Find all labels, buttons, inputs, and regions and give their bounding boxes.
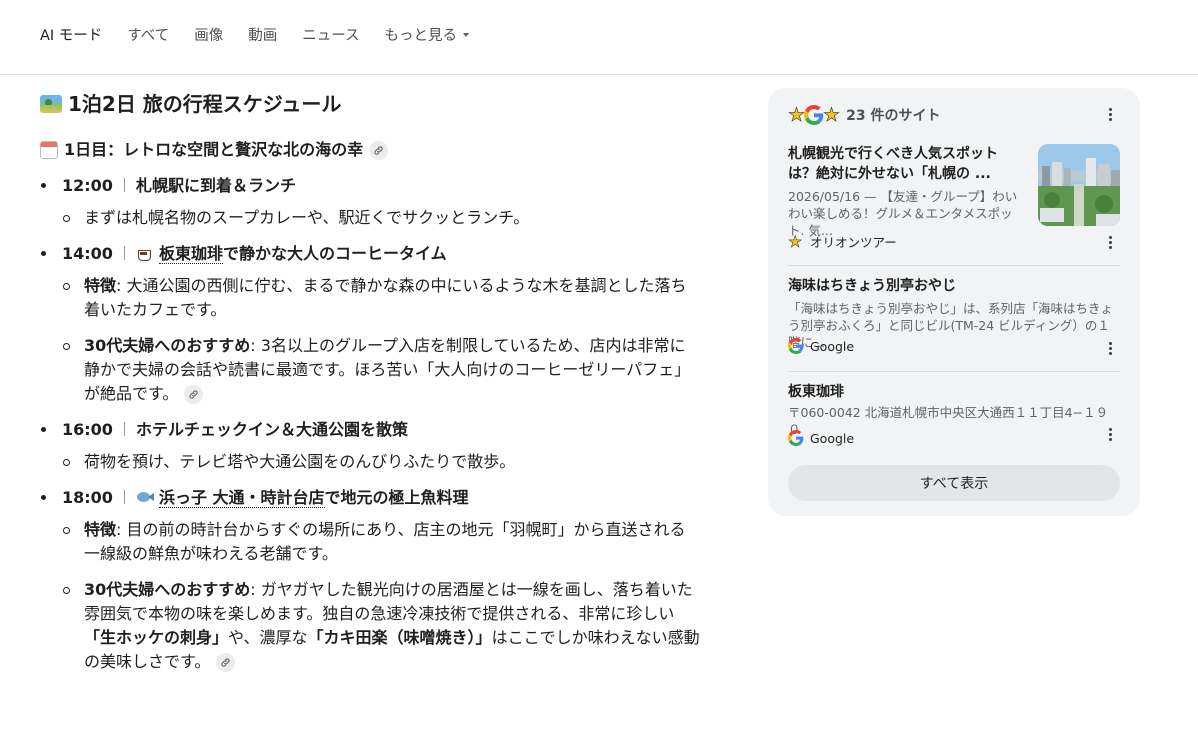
source-site-name: オリオンツアー bbox=[810, 235, 897, 250]
sub-list-item: 特徴: 大通公園の西側に佇む、まるで静かな森の中にいるような木を基調とした落ち着… bbox=[62, 274, 700, 322]
fish-emoji-icon bbox=[136, 489, 154, 505]
sub-list: 荷物を預け、テレビ塔や大通公園をのんびりふたりで散歩。 bbox=[62, 450, 700, 474]
source-title[interactable]: 海味はちきょう別亭おやじ bbox=[788, 276, 1120, 296]
star-icon: ★ bbox=[788, 231, 803, 251]
google-icon bbox=[788, 338, 804, 354]
more-options-icon[interactable] bbox=[1100, 232, 1120, 252]
search-tabs-bar: AI モード すべて 画像 動画 ニュース もっと見る bbox=[0, 0, 1198, 75]
item-title-rest: で静かな大人のコーヒータイム bbox=[222, 244, 447, 263]
source-title[interactable]: 札幌観光で行くべき人気スポットは？絶対に外せない「札幌の ... bbox=[788, 144, 1024, 184]
separator bbox=[123, 178, 125, 192]
itinerary-list: 12:00 札幌駅に到着＆ランチ まずは札幌名物のスープカレーや、駅近くでサクッと… bbox=[40, 174, 700, 674]
sub-bold: 「生ホッケの刺身」 bbox=[84, 628, 229, 647]
google-icon bbox=[788, 430, 804, 446]
source-card[interactable]: 板東珈琲 〒060-0042 北海道札幌市中央区大通西１１丁目4−１９０ Goo… bbox=[788, 382, 1120, 454]
source-card[interactable]: 札幌観光で行くべき人気スポットは？絶対に外せない「札幌の ... 2026/05… bbox=[788, 144, 1120, 256]
item-title: 札幌駅に到着＆ランチ bbox=[135, 176, 296, 195]
sub-label: 特徴 bbox=[84, 520, 117, 539]
sub-list: 特徴: 大通公園の西側に佇む、まるで静かな森の中にいるような木を基調とした落ち着… bbox=[62, 274, 700, 406]
place-link[interactable]: 浜っ子 大通・時計台店 bbox=[158, 488, 325, 508]
divider bbox=[788, 371, 1120, 372]
source-card[interactable]: 海味はちきょう別亭おやじ 「海味はちきょう別亭おやじ」は、系列店「海味はちきょう… bbox=[788, 276, 1120, 360]
source-site: Google bbox=[788, 430, 854, 446]
tab-more[interactable]: もっと見る bbox=[384, 26, 469, 46]
sub-list: 特徴: 目の前の時計台からすぐの場所にあり、店主の地元「羽幌町」から直送される一… bbox=[62, 518, 700, 674]
list-item: 12:00 札幌駅に到着＆ランチ まずは札幌名物のスープカレーや、駅近くでサクッと… bbox=[40, 174, 700, 230]
tab-ai-mode[interactable]: AI モード bbox=[40, 26, 102, 46]
star-icon: ★ bbox=[823, 104, 841, 126]
tab-videos[interactable]: 動画 bbox=[248, 26, 277, 46]
sub-list-item: 30代夫婦へのおすすめ: ガヤガヤした観光向けの居酒屋とは一線を画し、落ち着いた… bbox=[62, 578, 700, 674]
sub-text: や、濃厚な bbox=[228, 628, 308, 647]
divider bbox=[788, 265, 1120, 266]
source-site-name: Google bbox=[810, 338, 855, 354]
sub-bold: 「カキ田楽（味噌焼き）」 bbox=[307, 628, 492, 647]
more-options-icon[interactable] bbox=[1100, 338, 1120, 358]
sub-list-item: 30代夫婦へのおすすめ: 3名以上のグループ入店を制限しているため、店内は非常に… bbox=[62, 334, 700, 406]
place-link[interactable]: 板東珈琲 bbox=[158, 244, 223, 264]
link-icon[interactable] bbox=[216, 653, 236, 672]
sub-label: 30代夫婦へのおすすめ bbox=[84, 580, 251, 599]
separator bbox=[123, 490, 125, 504]
sub-label: 特徴 bbox=[84, 276, 117, 295]
day1-heading-text: 1日目：レトロな空間と贅沢な北の海の幸 bbox=[64, 140, 364, 159]
caret-down-icon bbox=[463, 33, 469, 37]
item-title: ホテルチェックイン＆大通公園を散策 bbox=[135, 420, 408, 439]
separator bbox=[123, 422, 125, 436]
item-time: 16:00 bbox=[62, 420, 113, 439]
item-title-rest: で地元の極上魚料理 bbox=[324, 488, 469, 507]
item-time: 18:00 bbox=[62, 488, 113, 507]
show-all-button[interactable]: すべて表示 bbox=[788, 465, 1120, 501]
source-title[interactable]: 板東珈琲 bbox=[788, 382, 1120, 402]
search-tabs: AI モード すべて 画像 動画 ニュース もっと見る bbox=[40, 26, 494, 46]
answer-title-text: 1泊2日 旅の行程スケジュール bbox=[68, 92, 342, 116]
sub-text: : 目の前の時計台からすぐの場所にあり、店主の地元「羽幌町」から直送される一線級… bbox=[84, 520, 686, 563]
map-emoji-icon bbox=[40, 95, 62, 113]
link-icon[interactable] bbox=[184, 385, 204, 404]
day1-heading: 1日目：レトロな空間と贅沢な北の海の幸 bbox=[40, 138, 700, 162]
source-site: Google bbox=[788, 338, 854, 354]
separator bbox=[123, 246, 125, 260]
sub-text: まずは札幌名物のスープカレーや、駅近くでサクッとランチ。 bbox=[84, 208, 530, 227]
coffee-emoji-icon bbox=[136, 245, 154, 261]
link-icon[interactable] bbox=[369, 140, 389, 160]
tab-images[interactable]: 画像 bbox=[194, 26, 223, 46]
sub-text: : 大通公園の西側に佇む、まるで静かな森の中にいるような木を基調とした落ち着いた… bbox=[84, 276, 687, 319]
sources-panel: ★ ★ 23 件のサイト 札幌観光で行くべき人気スポットは？絶対に外せない「札幌… bbox=[768, 88, 1140, 516]
google-icon bbox=[804, 105, 824, 125]
tab-more-label: もっと見る bbox=[384, 28, 458, 44]
itinerary-item-title: 14:00 板東珈琲で静かな大人のコーヒータイム bbox=[62, 242, 700, 266]
tab-news[interactable]: ニュース bbox=[302, 26, 359, 46]
itinerary-item-title: 18:00 浜っ子 大通・時計台店で地元の極上魚料理 bbox=[62, 486, 700, 510]
itinerary-item-title: 12:00 札幌駅に到着＆ランチ bbox=[62, 174, 700, 198]
source-site-name: Google bbox=[810, 430, 855, 446]
sub-text: 荷物を預け、テレビ塔や大通公園をのんびりふたりで散歩。 bbox=[84, 452, 516, 471]
tab-all[interactable]: すべて bbox=[127, 26, 169, 46]
star-icon: ★ bbox=[788, 104, 806, 126]
list-item: 18:00 浜っ子 大通・時計台店で地元の極上魚料理 特徴: 目の前の時計台からす… bbox=[40, 486, 700, 674]
source-favicons: ★ ★ bbox=[788, 104, 841, 126]
source-text: 札幌観光で行くべき人気スポットは？絶対に外せない「札幌の ... 2026/05… bbox=[788, 144, 1024, 239]
item-time: 12:00 bbox=[62, 176, 113, 195]
sources-count: 23 件のサイト bbox=[846, 108, 941, 124]
sources-header: ★ ★ 23 件のサイト bbox=[788, 104, 941, 126]
sub-label: 30代夫婦へのおすすめ bbox=[84, 336, 251, 355]
itinerary-item-title: 16:00 ホテルチェックイン＆大通公園を散策 bbox=[62, 418, 700, 442]
source-site: ★ オリオンツアー bbox=[788, 232, 897, 251]
source-thumbnail bbox=[1038, 144, 1120, 226]
sub-list-item: まずは札幌名物のスープカレーや、駅近くでサクッとランチ。 bbox=[62, 206, 700, 230]
list-item: 14:00 板東珈琲で静かな大人のコーヒータイム 特徴: 大通公園の西側に佇む、ま… bbox=[40, 242, 700, 406]
item-time: 14:00 bbox=[62, 244, 113, 263]
calendar-emoji-icon bbox=[40, 141, 58, 159]
more-options-icon[interactable] bbox=[1100, 424, 1120, 444]
sub-list-item: 荷物を預け、テレビ塔や大通公園をのんびりふたりで散歩。 bbox=[62, 450, 700, 474]
answer-title: 1泊2日 旅の行程スケジュール bbox=[40, 90, 700, 118]
sub-list-item: 特徴: 目の前の時計台からすぐの場所にあり、店主の地元「羽幌町」から直送される一… bbox=[62, 518, 700, 566]
more-options-icon[interactable] bbox=[1100, 104, 1120, 124]
list-item: 16:00 ホテルチェックイン＆大通公園を散策 荷物を預け、テレビ塔や大通公園をの… bbox=[40, 418, 700, 474]
ai-answer: 1泊2日 旅の行程スケジュール 1日目：レトロな空間と贅沢な北の海の幸 12:0… bbox=[40, 90, 700, 674]
sub-list: まずは札幌名物のスープカレーや、駅近くでサクッとランチ。 bbox=[62, 206, 700, 230]
